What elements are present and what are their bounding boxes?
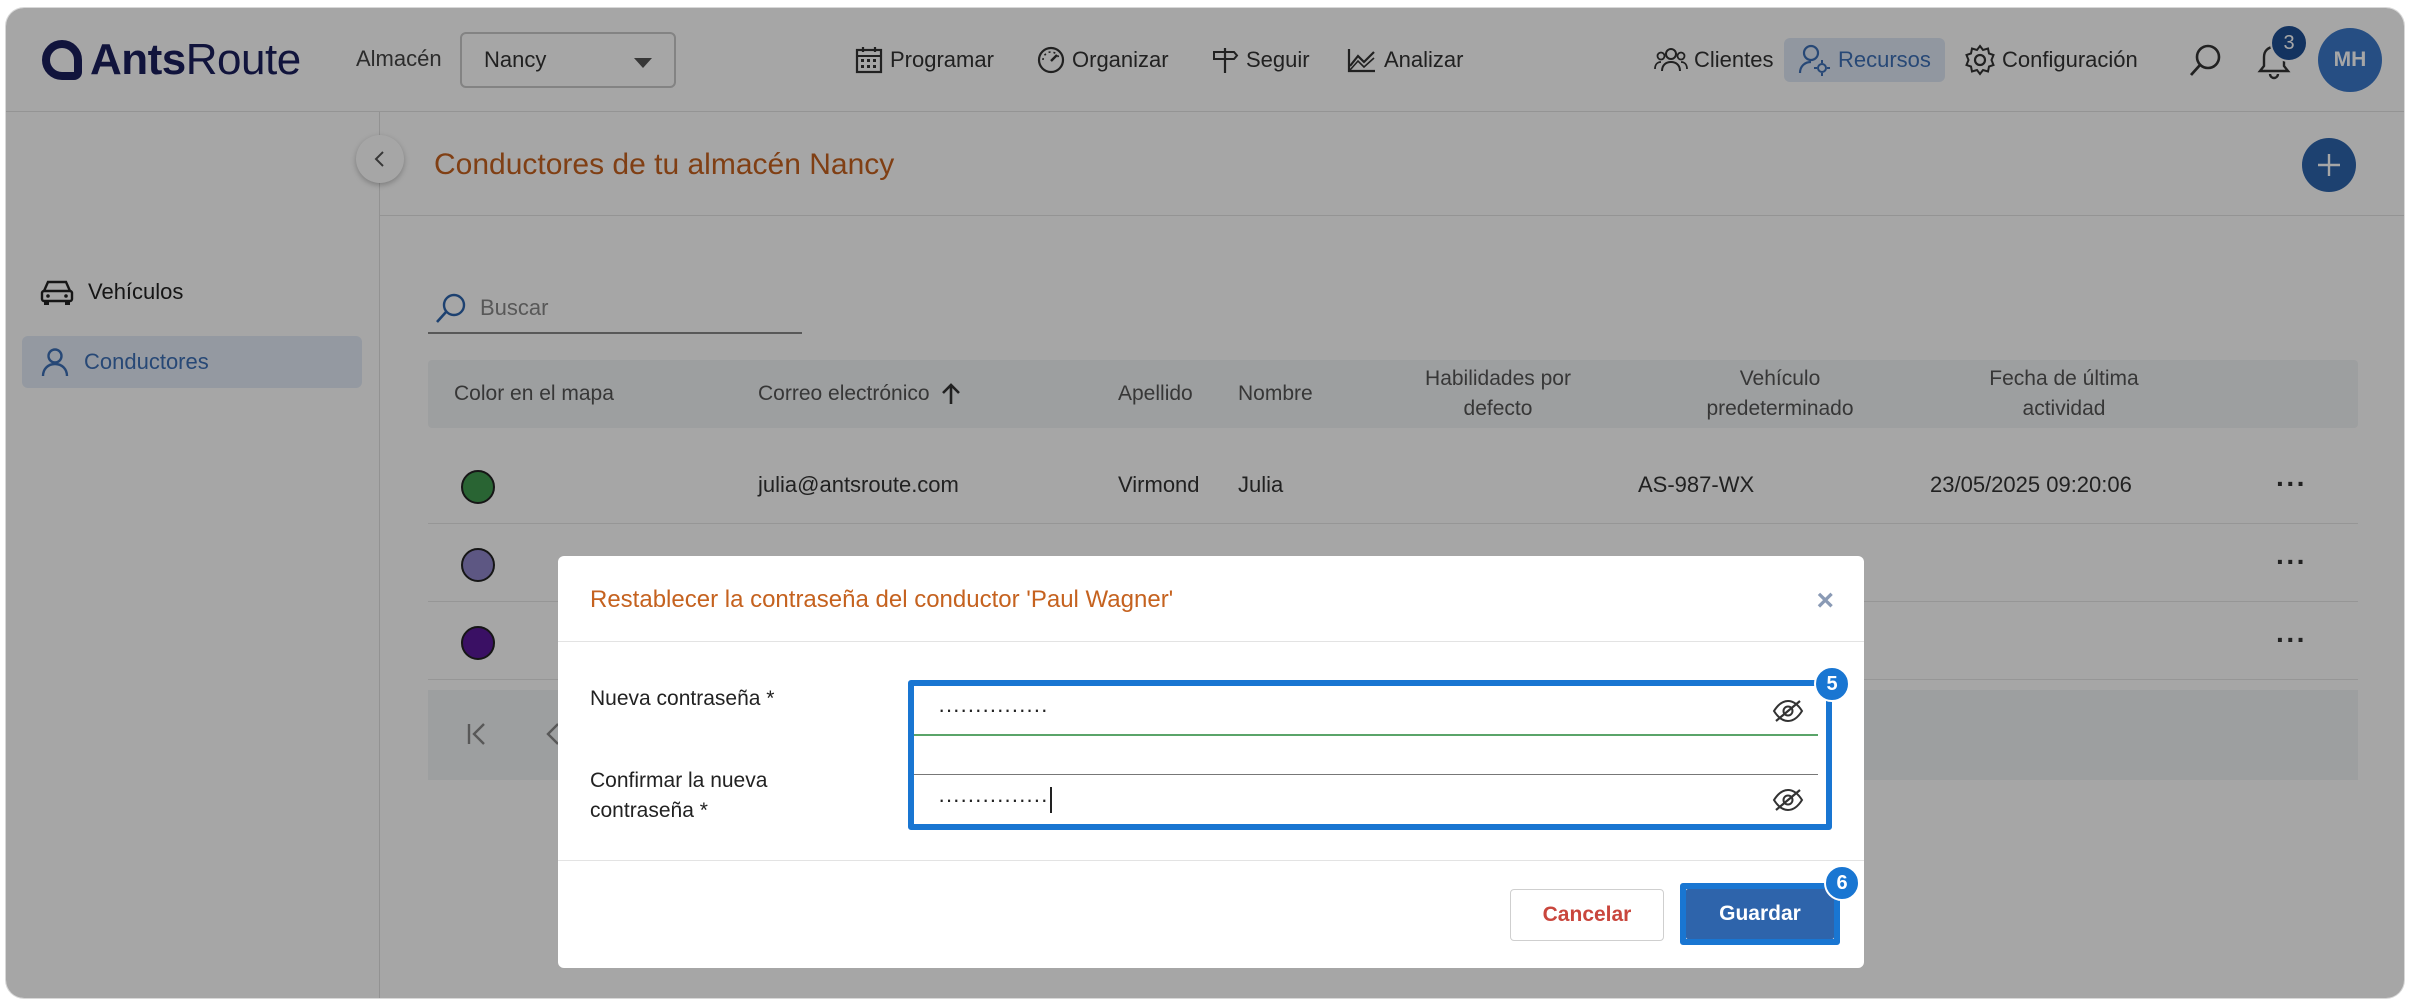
save-button[interactable]: Guardar — [1686, 889, 1834, 939]
confirm-password-label: Confirmar la nueva contraseña * — [590, 766, 767, 826]
new-password-label: Nueva contraseña * — [590, 687, 775, 710]
reset-password-dialog: Restablecer la contraseña del conductor … — [558, 556, 1864, 968]
app-window: AntsRoute Almacén Nancy Programar Organi… — [6, 8, 2404, 998]
confirm-password-label-line1: Confirmar la nueva — [590, 769, 768, 792]
dialog-footer: Cancelar Guardar 6 — [558, 860, 1864, 968]
confirm-password-label-line2: contraseña * — [590, 799, 708, 822]
close-icon[interactable]: × — [1816, 584, 1834, 618]
dialog-header: Restablecer la contraseña del conductor … — [558, 556, 1864, 642]
cancel-button[interactable]: Cancelar — [1510, 889, 1664, 941]
save-button-highlight: Guardar — [1680, 883, 1840, 945]
step-badge: 5 — [1814, 666, 1850, 702]
step-badge: 6 — [1824, 865, 1860, 901]
dialog-title: Restablecer la contraseña del conductor … — [590, 586, 1174, 613]
password-fields-highlight — [908, 680, 1832, 830]
